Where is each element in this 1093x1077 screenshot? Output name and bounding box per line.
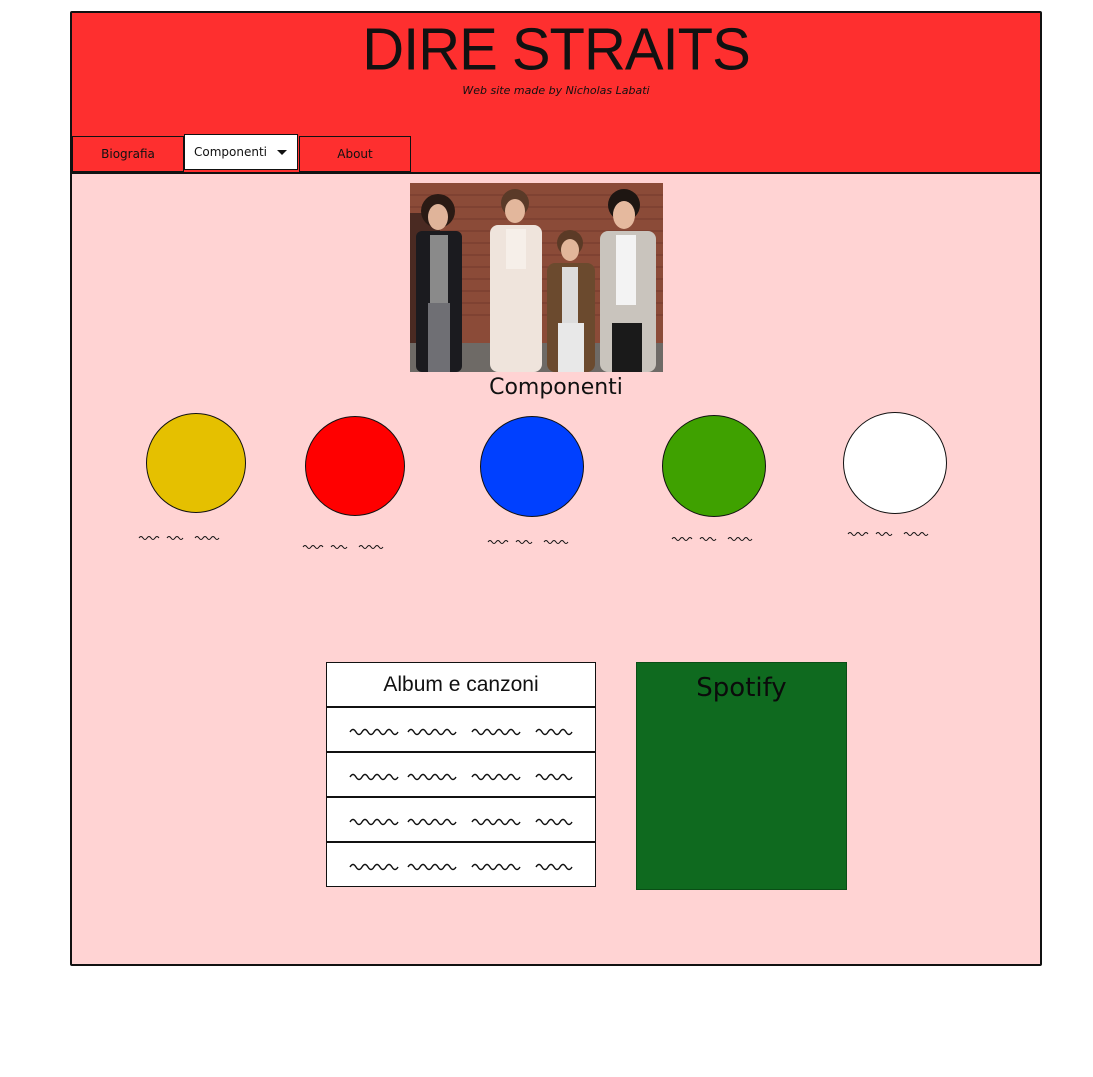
member-caption-placeholder [138,536,220,540]
page-container: DIRE STRAITS Web site made by Nicholas L… [70,11,1042,966]
album-row[interactable] [326,752,596,797]
album-table-header: Album e canzoni [326,662,596,707]
nav-tab-about[interactable]: About [299,136,411,172]
site-header: DIRE STRAITS Web site made by Nicholas L… [72,13,1040,174]
member-caption-placeholder [671,537,753,541]
member-caption-placeholder [847,532,929,536]
site-subtitle: Web site made by Nicholas Labati [462,84,650,97]
album-row-placeholder-text [349,863,573,870]
band-photo [410,183,663,372]
nav-tab-biografia[interactable]: Biografia [72,136,184,172]
member-circle-green[interactable] [662,415,766,517]
album-row-placeholder-text [349,818,573,825]
nav-tab-about-label: About [337,147,373,161]
member-caption-placeholder [302,545,384,549]
section-title-componenti: Componenti [489,375,623,400]
spotify-label: Spotify [696,673,787,703]
nav-tab-biografia-label: Biografia [101,147,155,161]
album-row-placeholder-text [349,773,573,780]
nav-dropdown-componenti[interactable]: Componenti [184,134,298,170]
album-row[interactable] [326,797,596,842]
album-table-title: Album e canzoni [383,672,539,696]
album-table: Album e canzoni [326,662,596,887]
spotify-embed[interactable]: Spotify [636,662,847,890]
member-circle-red[interactable] [305,416,405,516]
nav-dropdown-label: Componenti [194,145,268,159]
member-circle-white[interactable] [843,412,947,514]
band-photo-illustration [410,183,663,372]
album-row[interactable] [326,707,596,752]
album-row[interactable] [326,842,596,887]
member-circle-yellow[interactable] [146,413,246,513]
member-circle-blue[interactable] [480,416,584,517]
site-title: DIRE STRAITS [362,16,751,83]
chevron-down-icon [277,150,287,155]
member-caption-placeholder [487,540,569,544]
album-row-placeholder-text [349,728,573,735]
